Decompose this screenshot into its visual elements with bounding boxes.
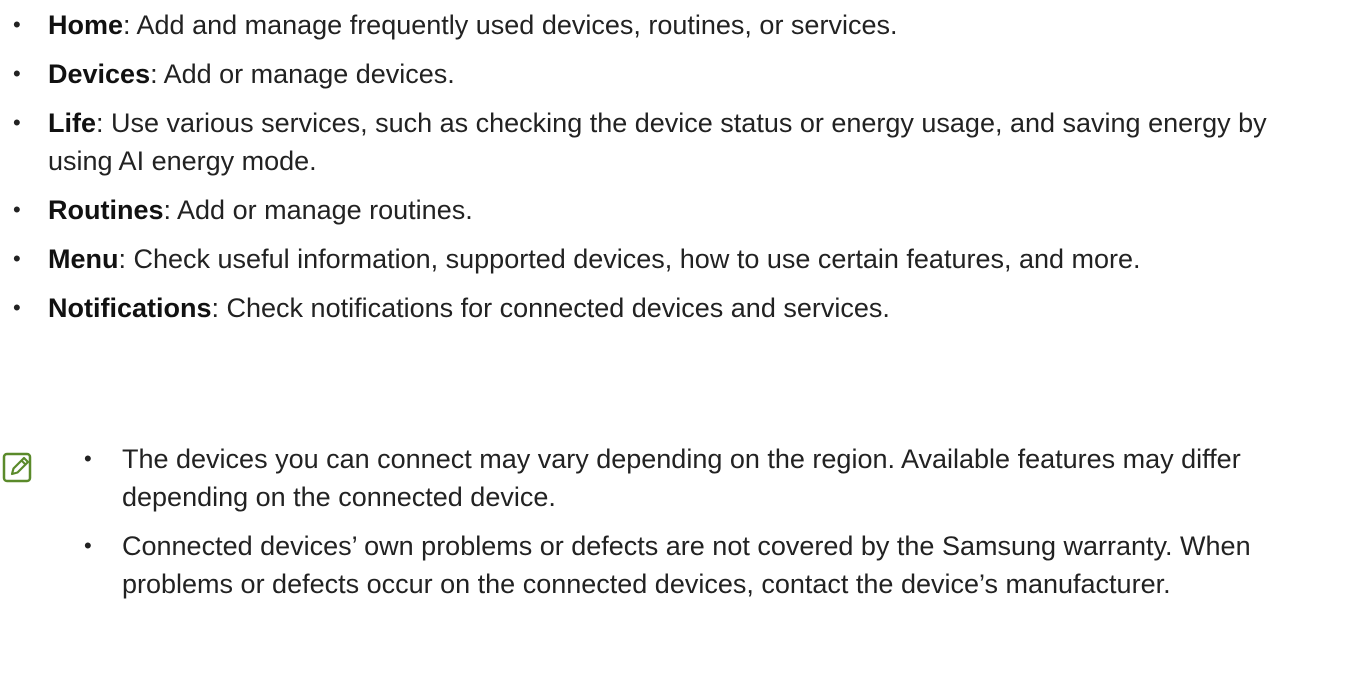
term-menu: Menu bbox=[48, 244, 119, 274]
note-item: • The devices you can connect may vary de… bbox=[76, 440, 1326, 516]
bullet: • bbox=[13, 110, 21, 135]
term-life: Life bbox=[48, 108, 97, 138]
bullet: • bbox=[13, 246, 21, 271]
document-page: • Home: Add and manage frequently used de… bbox=[0, 0, 1346, 693]
note-item: • Connected devices’ own problems or defe… bbox=[76, 527, 1326, 603]
bullet: • bbox=[13, 197, 21, 222]
description-home: : Add and manage frequently used devices… bbox=[123, 10, 898, 40]
list-item-home: • Home: Add and manage frequently used de… bbox=[0, 6, 1330, 44]
list-item-menu: • Menu: Check useful information, support… bbox=[0, 240, 1330, 278]
bullet: • bbox=[13, 12, 21, 37]
term-devices: Devices bbox=[48, 59, 151, 89]
list-item-devices: • Devices: Add or manage devices. bbox=[0, 55, 1330, 93]
note-pencil-icon bbox=[2, 452, 32, 483]
bullet: • bbox=[13, 61, 21, 86]
list-item-notifications: • Notifications: Check notifications for … bbox=[0, 289, 1330, 327]
term-routines: Routines bbox=[48, 195, 164, 225]
bullet: • bbox=[84, 533, 92, 558]
term-home: Home bbox=[48, 10, 124, 40]
term-notifications: Notifications bbox=[48, 293, 212, 323]
bullet: • bbox=[13, 295, 21, 320]
description-notifications: : Check notifications for connected devi… bbox=[211, 293, 890, 323]
list-item-life: • Life: Use various services, such as che… bbox=[0, 104, 1330, 180]
description-menu: : Check useful information, supported de… bbox=[118, 244, 1141, 274]
list-item-routines: • Routines: Add or manage routines. bbox=[0, 191, 1330, 229]
description-devices: : Add or manage devices. bbox=[150, 59, 455, 89]
bullet: • bbox=[84, 446, 92, 471]
description-routines: : Add or manage routines. bbox=[163, 195, 473, 225]
note-list: • The devices you can connect may vary de… bbox=[76, 440, 1326, 614]
feature-list: • Home: Add and manage frequently used de… bbox=[0, 6, 1330, 338]
note-text: Connected devices’ own problems or defec… bbox=[122, 531, 1251, 599]
note-text: The devices you can connect may vary dep… bbox=[122, 444, 1241, 512]
description-life: : Use various services, such as checking… bbox=[48, 108, 1267, 176]
